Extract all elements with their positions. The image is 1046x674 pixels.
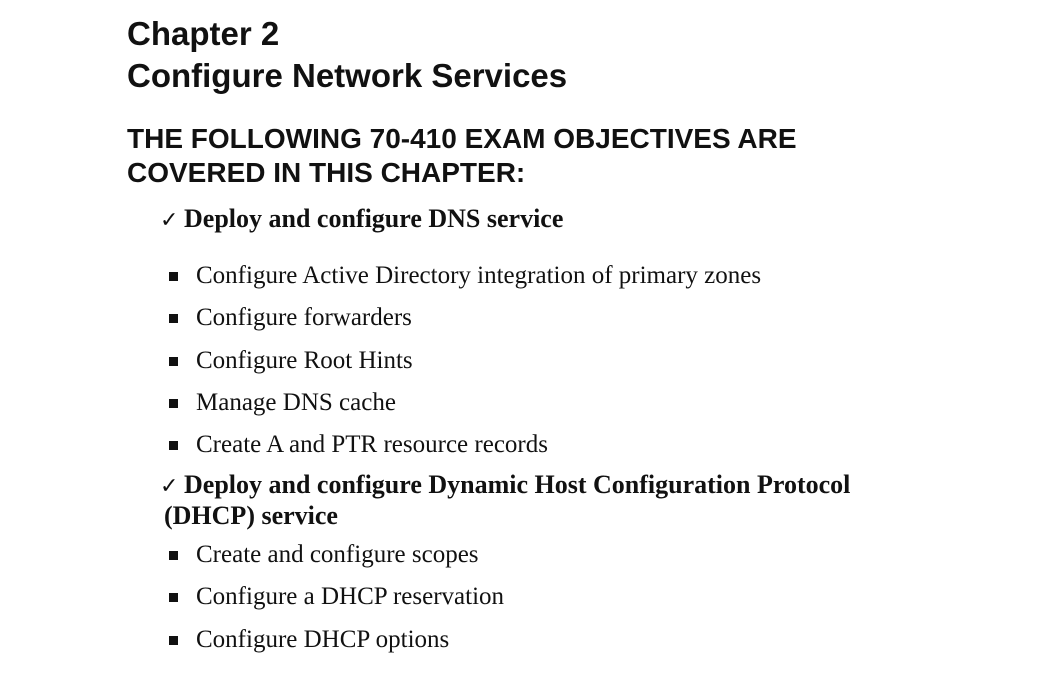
list-item-text: Create and configure scopes <box>196 541 479 568</box>
list-item-text: Configure forwarders <box>196 304 412 332</box>
square-bullet-icon <box>169 441 178 451</box>
square-bullet-icon <box>169 272 178 281</box>
chapter-title: Configure Network Services <box>127 57 568 94</box>
square-bullet-icon <box>169 551 178 560</box>
list-item: Configure Active Directory integration o… <box>160 255 880 297</box>
objective-group-dhcp: ✓ Deploy and configure Dynamic Host Confi… <box>160 470 880 661</box>
objective-title: ✓ Deploy and configure DNS service <box>160 204 880 235</box>
list-item: Create A and PTR resource records <box>160 424 880 466</box>
objective-list: Create and configure scopes Configure a … <box>160 534 880 661</box>
document-page: Chapter 2 Configure Network Services THE… <box>0 0 1046 674</box>
square-bullet-icon <box>169 635 178 645</box>
list-item-text: Manage DNS cache <box>196 388 396 416</box>
check-icon: ✓ <box>160 474 179 499</box>
list-item: Configure DHCP options <box>160 619 880 661</box>
list-item: Create and configure scopes <box>160 534 880 576</box>
list-item: Configure a DHCP reservation <box>160 576 880 618</box>
square-bullet-icon <box>169 398 178 408</box>
objective-title-text: Deploy and configure DNS service <box>184 204 564 233</box>
list-item: Configure forwarders <box>160 297 880 339</box>
objective-group-dns: ✓ Deploy and configure DNS service Config… <box>160 204 880 466</box>
square-bullet-icon <box>169 593 178 603</box>
list-item-text: Configure Active Directory integration o… <box>196 262 762 289</box>
objective-title: ✓ Deploy and configure Dynamic Host Confi… <box>160 470 880 530</box>
objectives-heading: THE FOLLOWING 70-410 EXAM OBJECTIVES ARE… <box>127 123 797 188</box>
list-item-text: Configure DHCP options <box>196 625 450 653</box>
square-bullet-icon <box>169 314 178 324</box>
objective-list: Configure Active Directory integration o… <box>160 255 880 466</box>
chapter-number: Chapter 2 <box>127 15 280 52</box>
square-bullet-icon <box>169 356 178 366</box>
check-icon: ✓ <box>160 208 179 233</box>
list-item: Configure Root Hints <box>160 340 880 382</box>
list-item-text: Create A and PTR resource records <box>196 431 548 459</box>
list-item: Manage DNS cache <box>160 382 880 424</box>
list-item-text: Configure Root Hints <box>196 346 413 374</box>
objective-title-text: Deploy and configure Dynamic Host Config… <box>164 470 851 530</box>
list-item-text: Configure a DHCP reservation <box>196 583 505 611</box>
